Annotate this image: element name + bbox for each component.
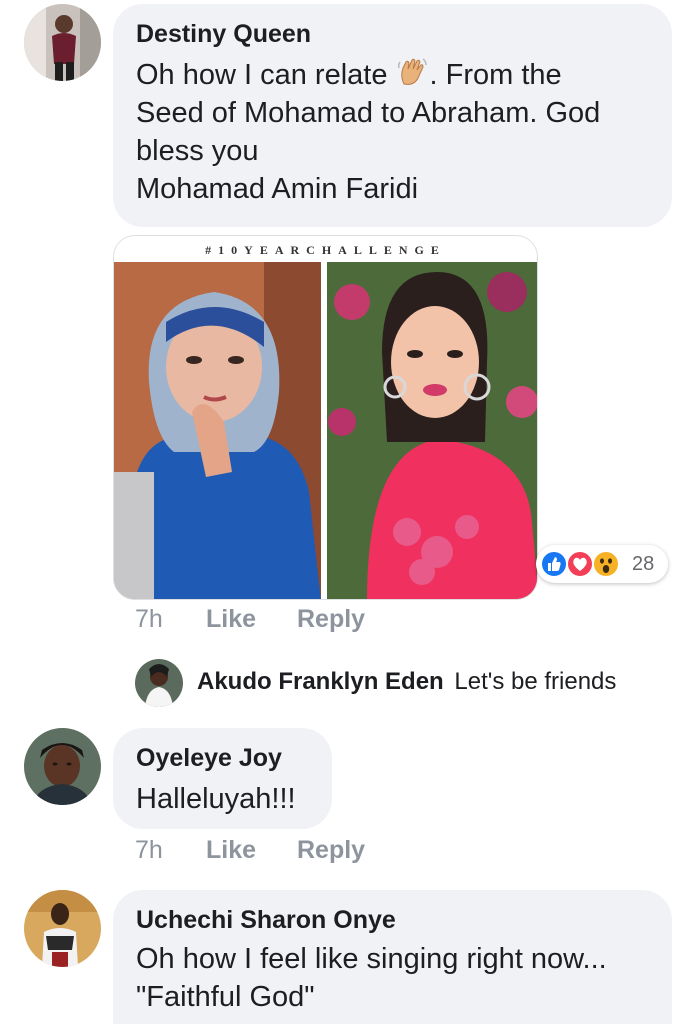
photo-before: [114, 262, 321, 599]
avatar-uchechi-sharon-onye[interactable]: [24, 890, 101, 967]
like-button[interactable]: Like: [206, 605, 256, 634]
reaction-count: 28: [632, 553, 655, 575]
comment-text-line: "Faithful God": [136, 981, 315, 1013]
comment-author[interactable]: Oyeleye Joy: [136, 744, 310, 773]
comment-author[interactable]: Uchechi Sharon Onye: [136, 906, 650, 935]
avatar-oyeleye-joy[interactable]: [24, 728, 101, 805]
reply-preview[interactable]: Akudo Franklyn Eden Let's be friends: [197, 668, 616, 696]
comment-text-line: bless you: [136, 135, 259, 167]
reply-button[interactable]: Reply: [297, 605, 365, 634]
love-icon: [566, 550, 594, 578]
reply-button[interactable]: Reply: [297, 836, 365, 865]
comment-bubble-uchechi-sharon-onye: Uchechi Sharon Onye Oh how I feel like s…: [113, 890, 672, 1024]
comment-text-part: Oh how I can relate: [136, 59, 396, 91]
comment-text-line: Seed of Mohamad to Abraham. God: [136, 97, 601, 129]
comment-timestamp[interactable]: 7h: [135, 605, 163, 634]
avatar-akudo-franklyn-eden[interactable]: [135, 659, 183, 707]
reply-author[interactable]: Akudo Franklyn Eden: [197, 668, 444, 695]
photo-caption: #10YEARCHALLENGE: [205, 243, 446, 257]
comment-text-line: Halleluyah!!!: [136, 783, 296, 815]
comment-actions: 7h Like Reply: [0, 605, 696, 635]
like-button[interactable]: Like: [206, 836, 256, 865]
comment-photo-attachment[interactable]: #10YEARCHALLENGE: [113, 235, 538, 600]
wow-icon: [592, 550, 620, 578]
comment-timestamp[interactable]: 7h: [135, 836, 163, 865]
reply-text: Let's be friends: [454, 668, 617, 695]
comment-bubble-destiny-queen: Destiny Queen Oh how I can relate . From…: [113, 4, 672, 227]
reaction-summary[interactable]: 28: [536, 545, 668, 583]
avatar-destiny-queen[interactable]: [24, 4, 101, 81]
comment-bubble-oyeleye-joy: Oyeleye Joy Halleluyah!!!: [113, 728, 332, 829]
comment-text-line: Mohamad Amin Faridi: [136, 173, 419, 205]
comment-actions: 7h Like Reply: [0, 836, 696, 866]
comment-text-line: Oh how I can relate . From the: [136, 56, 650, 94]
like-icon: [540, 550, 568, 578]
comment-text-line: Oh how I feel like singing right now...: [136, 943, 607, 975]
comment-author[interactable]: Destiny Queen: [136, 20, 650, 49]
comment-text-part: . From the: [429, 59, 562, 91]
photo-after: [327, 262, 537, 599]
waving-hand-icon: [396, 56, 430, 86]
